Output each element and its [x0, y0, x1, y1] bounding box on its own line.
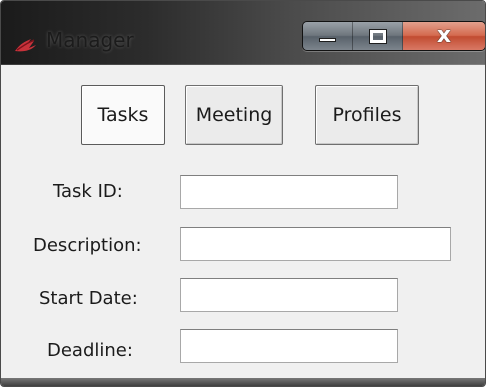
task-id-label: Task ID:: [53, 181, 123, 202]
description-input[interactable]: [180, 227, 451, 261]
window-titlebar[interactable]: Manager x: [1, 1, 485, 65]
start-date-input[interactable]: [180, 278, 398, 312]
maximize-button[interactable]: [353, 22, 403, 50]
deadline-input[interactable]: [180, 329, 398, 363]
close-icon: x: [436, 23, 452, 48]
window-title: Manager: [46, 28, 134, 52]
manager-client-area: Tasks Meeting Profiles Task ID: Descript…: [9, 65, 477, 379]
profiles-button[interactable]: Profiles: [315, 85, 419, 145]
minimize-icon: [319, 38, 336, 42]
window-controls: x: [302, 21, 485, 51]
description-label: Description:: [33, 235, 142, 256]
tasks-button[interactable]: Tasks: [81, 85, 165, 145]
close-button[interactable]: x: [403, 22, 485, 50]
task-id-input[interactable]: [180, 175, 398, 209]
window-bottom-border: [1, 378, 485, 386]
deadline-label: Deadline:: [47, 340, 133, 361]
start-date-label: Start Date:: [39, 288, 138, 309]
maximize-icon: [368, 28, 387, 44]
meeting-button[interactable]: Meeting: [185, 85, 283, 145]
minimize-button[interactable]: [303, 22, 353, 50]
red-tk-feather-icon: [13, 35, 41, 53]
manager-window: Manager x Tasks Meeting Profiles Task ID…: [0, 0, 486, 387]
